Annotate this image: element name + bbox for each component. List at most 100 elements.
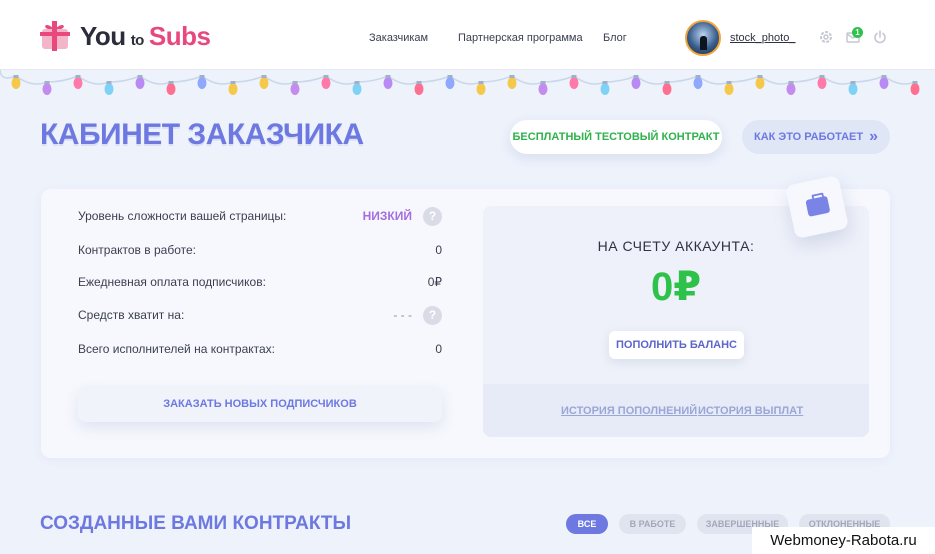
garland-bulb-cap <box>354 81 360 84</box>
garland-bulb <box>135 77 145 89</box>
logo[interactable]: You to Subs <box>38 18 211 54</box>
how-it-works-label: КАК ЭТО РАБОТАЕТ <box>753 131 864 143</box>
topup-history-link[interactable]: ИСТОРИЯ ПОПОЛНЕНИЙ <box>561 405 697 417</box>
garland-bulb-cap <box>571 75 577 78</box>
stat-value: 0 <box>435 342 442 356</box>
garland-bulb-cap <box>881 75 887 78</box>
garland-bulb-cap <box>478 81 484 84</box>
garland-bulb-cap <box>323 75 329 78</box>
garland-bulb <box>631 77 641 89</box>
garland-bulb <box>414 83 424 95</box>
stat-value: - - - <box>393 308 412 322</box>
garland-bulb <box>817 77 827 89</box>
garland-bulb-cap <box>912 81 918 84</box>
nav-link-blog[interactable]: Блог <box>603 32 627 44</box>
logo-you: You <box>80 21 126 51</box>
power-icon[interactable] <box>872 29 888 45</box>
question-icon[interactable]: ? <box>423 306 442 325</box>
watermark: Webmoney-Rabota.ru <box>752 527 935 554</box>
garland-bulb <box>569 77 579 89</box>
stat-label: Ежедневная оплата подписчиков: <box>78 275 266 289</box>
garland-bulb-cap <box>540 81 546 84</box>
garland-bulb-cap <box>602 81 608 84</box>
avatar[interactable] <box>685 20 721 56</box>
how-it-works-button[interactable]: КАК ЭТО РАБОТАЕТ » <box>742 120 890 154</box>
double-chevron-right-icon: » <box>869 128 879 145</box>
garland-bulb-cap <box>664 81 670 84</box>
garland-bulb-cap <box>788 81 794 84</box>
free-test-contract-button[interactable]: БЕСПЛАТНЫЙ ТЕСТОВЫЙ КОНТРАКТ <box>510 120 722 154</box>
stat-label: Контрактов в работе: <box>78 243 196 257</box>
logo-text: You to Subs <box>80 21 211 51</box>
topup-balance-button[interactable]: ПОПОЛНИТЬ БАЛАНС <box>609 331 744 359</box>
notification-badge: 1 <box>852 27 863 38</box>
order-subscribers-button[interactable]: ЗАКАЗАТЬ НОВЫХ ПОДПИСЧИКОВ <box>78 386 442 422</box>
page-title: КАБИНЕТ ЗАКАЗЧИКА <box>40 118 364 151</box>
garland-bulb <box>755 77 765 89</box>
garland-bulb <box>476 83 486 95</box>
stat-label: Средств хватит на: <box>78 308 185 322</box>
garland-bulb <box>879 77 889 89</box>
garland-bulb-cap <box>757 75 763 78</box>
garland-bulb-cap <box>230 81 236 84</box>
garland-bulb <box>445 77 455 89</box>
nav-link-partners[interactable]: Партнерская программа <box>458 32 583 44</box>
logo-subs: Subs <box>148 21 211 51</box>
nav-item-blog[interactable]: Блог <box>603 32 627 44</box>
garland-bulb-cap <box>292 81 298 84</box>
garland-bulb-cap <box>13 75 19 78</box>
logo-to: to <box>130 32 145 49</box>
briefcase-shape <box>805 195 831 217</box>
briefcase-icon <box>784 174 850 240</box>
garland-bulb <box>321 77 331 89</box>
garland-bulb-cap <box>137 75 143 78</box>
username-link[interactable]: stock_photo_ <box>730 32 795 44</box>
stat-label: Всего исполнителей на контрактах: <box>78 342 276 356</box>
balance-label: НА СЧЕТУ АККАУНТА: <box>597 238 755 254</box>
site-header: You to Subs Заказчикам Партнерская прогр… <box>0 0 935 70</box>
stat-row-daily-payment: Ежедневная оплата подписчиков: 0₽ <box>78 275 442 293</box>
stat-row-funds-enough: Средств хватит на: - - - ? <box>78 306 442 326</box>
garland-bulb <box>259 77 269 89</box>
balance-amount: 0₽ <box>650 265 702 309</box>
question-icon[interactable]: ? <box>423 207 442 226</box>
filter-in-progress[interactable]: В РАБОТЕ <box>619 514 686 534</box>
garland-bulb-cap <box>726 81 732 84</box>
stat-row-contracts: Контрактов в работе: 0 <box>78 243 442 261</box>
stat-row-difficulty: Уровень сложности вашей страницы: НИЗКИЙ… <box>78 207 442 227</box>
garland-bulb-cap <box>416 81 422 84</box>
garland-bulb <box>166 83 176 95</box>
nav-link-customers[interactable]: Заказчикам <box>369 32 428 44</box>
garland-bulb-cap <box>199 75 205 78</box>
garland-bulb <box>290 83 300 95</box>
garland-bulb-cap <box>75 75 81 78</box>
garland-bulb-cap <box>44 81 50 84</box>
garland-bulb-cap <box>385 75 391 78</box>
garland-bulb <box>73 77 83 89</box>
payout-history-link[interactable]: ИСТОРИЯ ВЫПЛАТ <box>698 405 803 417</box>
garland-decoration <box>0 69 920 95</box>
garland-bulb-cap <box>106 81 112 84</box>
gear-icon[interactable] <box>818 29 834 45</box>
garland-bulb <box>228 83 238 95</box>
garland-bulb <box>910 83 920 95</box>
garland-bulb-cap <box>819 75 825 78</box>
nav-item-customers[interactable]: Заказчикам <box>369 32 428 44</box>
garland-bulb-cap <box>509 75 515 78</box>
garland-bulb <box>11 77 21 89</box>
garland-bulb <box>507 77 517 89</box>
garland-bulb-cap <box>168 81 174 84</box>
garland-bulb <box>600 83 610 95</box>
stat-value-level: НИЗКИЙ <box>362 209 412 223</box>
garland-bulb <box>724 83 734 95</box>
garland-bulb <box>693 77 703 89</box>
garland-bulb-cap <box>261 75 267 78</box>
contracts-title: СОЗДАННЫЕ ВАМИ КОНТРАКТЫ <box>40 513 352 534</box>
garland-bulb-cap <box>447 75 453 78</box>
garland-bulb-cap <box>695 75 701 78</box>
filter-all[interactable]: ВСЕ <box>566 514 608 534</box>
garland-bulb <box>42 83 52 95</box>
garland-bulb <box>538 83 548 95</box>
nav-item-partners[interactable]: Партнерская программа <box>458 32 583 44</box>
garland-bulb <box>786 83 796 95</box>
